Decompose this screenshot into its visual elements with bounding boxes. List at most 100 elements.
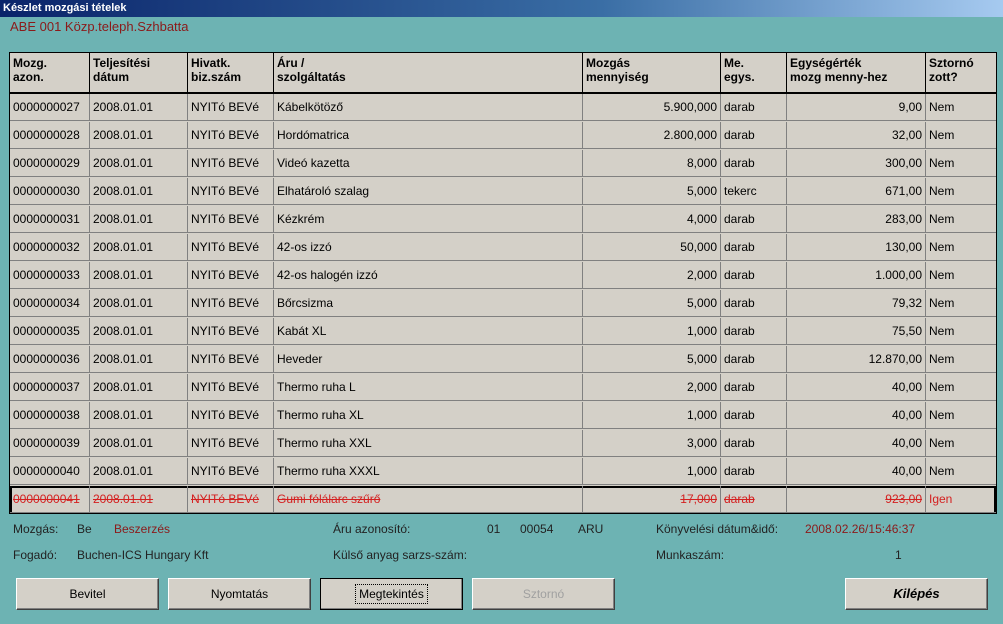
table-row[interactable]: 0000000035 2008.01.01 NYITó BEVé Kabát XL 1… [10, 318, 996, 346]
aru-azonosito-part1: 01 [487, 522, 501, 536]
cell-mozg-azon: 0000000036 [10, 346, 90, 373]
header-me-egys[interactable]: Me. egys. [721, 53, 787, 92]
cell-mozg-azon: 0000000035 [10, 318, 90, 345]
cell-hivatk-bizszam: NYITó BEVé [188, 150, 274, 177]
cell-mozgas-mennyiseg: 50,000 [583, 234, 721, 261]
table-row[interactable]: 0000000039 2008.01.01 NYITó BEVé Thermo ruh… [10, 430, 996, 458]
cell-me-egys: darab [721, 234, 787, 261]
table-row[interactable]: 0000000028 2008.01.01 NYITó BEVé Hordómatri… [10, 122, 996, 150]
header-sztornozott[interactable]: Sztornó zott? [926, 53, 996, 92]
cell-sztornozott: Nem [926, 262, 996, 289]
cell-mozgas-mennyiseg: 1,000 [583, 318, 721, 345]
cell-sztornozott: Nem [926, 290, 996, 317]
cell-hivatk-bizszam: NYITó BEVé [188, 458, 274, 485]
aru-azonosito-label: Áru azonosító: [333, 522, 411, 536]
cell-mozg-azon: 0000000041 [10, 486, 90, 513]
bevitel-button[interactable]: Bevitel [16, 578, 159, 610]
cell-aru: Thermo ruha XL [274, 402, 583, 429]
cell-hivatk-bizszam: NYITó BEVé [188, 430, 274, 457]
header-egysegertek[interactable]: Egységérték mozg menny-hez [787, 53, 926, 92]
cell-mozgas-mennyiseg: 17,000 [583, 486, 721, 513]
header-aru-szolgaltatas[interactable]: Áru / szolgáltatás [274, 53, 583, 92]
cell-hivatk-bizszam: NYITó BEVé [188, 206, 274, 233]
cell-me-egys: darab [721, 290, 787, 317]
cell-mozgas-mennyiseg: 4,000 [583, 206, 721, 233]
cell-egysegertek: 1.000,00 [787, 262, 926, 289]
cell-hivatk-bizszam: NYITó BEVé [188, 290, 274, 317]
table-row[interactable]: 0000000030 2008.01.01 NYITó BEVé Elhatároló… [10, 178, 996, 206]
table-row[interactable]: 0000000036 2008.01.01 NYITó BEVé Heveder 5,0… [10, 346, 996, 374]
cell-me-egys: darab [721, 150, 787, 177]
megtekintes-label: Megtekintés [355, 584, 428, 604]
cell-mozgas-mennyiseg: 5,000 [583, 290, 721, 317]
header-mozgas-mennyiseg[interactable]: Mozgás mennyiség [583, 53, 721, 92]
table-row[interactable]: 0000000033 2008.01.01 NYITó BEVé 42-os halo… [10, 262, 996, 290]
cell-mozgas-mennyiseg: 1,000 [583, 458, 721, 485]
table-row[interactable]: 0000000027 2008.01.01 NYITó BEVé Kábelkötöz… [10, 94, 996, 122]
cell-egysegertek: 283,00 [787, 206, 926, 233]
cell-me-egys: darab [721, 122, 787, 149]
cell-hivatk-bizszam: NYITó BEVé [188, 486, 274, 513]
table-row[interactable]: 0000000031 2008.01.01 NYITó BEVé Kézkrém 4,0… [10, 206, 996, 234]
cell-mozg-azon: 0000000032 [10, 234, 90, 261]
cell-mozg-azon: 0000000029 [10, 150, 90, 177]
cell-teljesitesi-datum: 2008.01.01 [90, 262, 188, 289]
megtekintes-button[interactable]: Megtekintés [320, 578, 463, 610]
cell-aru: Thermo ruha XXXL [274, 458, 583, 485]
cell-me-egys: tekerc [721, 178, 787, 205]
table-row[interactable]: 0000000037 2008.01.01 NYITó BEVé Thermo ruh… [10, 374, 996, 402]
cell-me-egys: darab [721, 430, 787, 457]
table-row[interactable]: 0000000041 2008.01.01 NYITó BEVé Gumi fólál… [10, 486, 996, 513]
cell-teljesitesi-datum: 2008.01.01 [90, 374, 188, 401]
cell-mozg-azon: 0000000040 [10, 458, 90, 485]
cell-hivatk-bizszam: NYITó BEVé [188, 374, 274, 401]
location-subtitle: ABE 001 Közp.teleph.Szhbatta [10, 19, 189, 34]
cell-mozg-azon: 0000000031 [10, 206, 90, 233]
cell-me-egys: darab [721, 262, 787, 289]
nyomtatas-button[interactable]: Nyomtatás [168, 578, 311, 610]
cell-me-egys: darab [721, 402, 787, 429]
aru-azonosito-part3: ARU [578, 522, 604, 536]
cell-egysegertek: 40,00 [787, 458, 926, 485]
cell-mozg-azon: 0000000034 [10, 290, 90, 317]
table-row[interactable]: 0000000038 2008.01.01 NYITó BEVé Thermo ruh… [10, 402, 996, 430]
cell-sztornozott: Nem [926, 234, 996, 261]
sztorno-button[interactable]: Sztornó [472, 578, 615, 610]
cell-egysegertek: 40,00 [787, 430, 926, 457]
cell-mozgas-mennyiseg: 2,000 [583, 262, 721, 289]
header-hivatk-bizszam[interactable]: Hivatk. biz.szám [188, 53, 274, 92]
munkaszam-value: 1 [895, 548, 902, 562]
cell-aru: Videó kazetta [274, 150, 583, 177]
cell-sztornozott: Nem [926, 346, 996, 373]
table-row[interactable]: 0000000040 2008.01.01 NYITó BEVé Thermo ruh… [10, 458, 996, 486]
cell-egysegertek: 12.870,00 [787, 346, 926, 373]
cell-aru: Kézkrém [274, 206, 583, 233]
cell-sztornozott: Nem [926, 122, 996, 149]
cell-teljesitesi-datum: 2008.01.01 [90, 430, 188, 457]
cell-me-egys: darab [721, 346, 787, 373]
cell-aru: Gumi fólálarc szűrő [274, 486, 583, 513]
fogado-value: Buchen-ICS Hungary Kft [77, 548, 209, 562]
kilepes-button[interactable]: Kilépés [845, 578, 988, 610]
cell-egysegertek: 40,00 [787, 374, 926, 401]
cell-teljesitesi-datum: 2008.01.01 [90, 234, 188, 261]
header-mozg-azon[interactable]: Mozg. azon. [10, 53, 90, 92]
fogado-label: Fogadó: [13, 548, 58, 562]
movements-table[interactable]: Mozg. azon. Teljesítési dátum Hivatk. bi… [9, 52, 997, 514]
cell-egysegertek: 32,00 [787, 122, 926, 149]
cell-aru: Thermo ruha XXL [274, 430, 583, 457]
cell-sztornozott: Nem [926, 178, 996, 205]
header-teljesitesi-datum[interactable]: Teljesítési dátum [90, 53, 188, 92]
cell-mozgas-mennyiseg: 5.900,000 [583, 94, 721, 121]
table-row[interactable]: 0000000034 2008.01.01 NYITó BEVé Bőrcsizma 5… [10, 290, 996, 318]
cell-egysegertek: 923,00 [787, 486, 926, 513]
cell-teljesitesi-datum: 2008.01.01 [90, 346, 188, 373]
cell-aru: Bőrcsizma [274, 290, 583, 317]
table-row[interactable]: 0000000029 2008.01.01 NYITó BEVé Videó kaze… [10, 150, 996, 178]
kilepes-label: Kilépés [893, 586, 940, 601]
cell-egysegertek: 40,00 [787, 402, 926, 429]
table-row[interactable]: 0000000032 2008.01.01 NYITó BEVé 42-os izzó… [10, 234, 996, 262]
mozgas-code: Be [77, 522, 92, 536]
konyvelesi-datum-label: Könyvelési dátum&idő: [656, 522, 779, 536]
cell-aru: Heveder [274, 346, 583, 373]
